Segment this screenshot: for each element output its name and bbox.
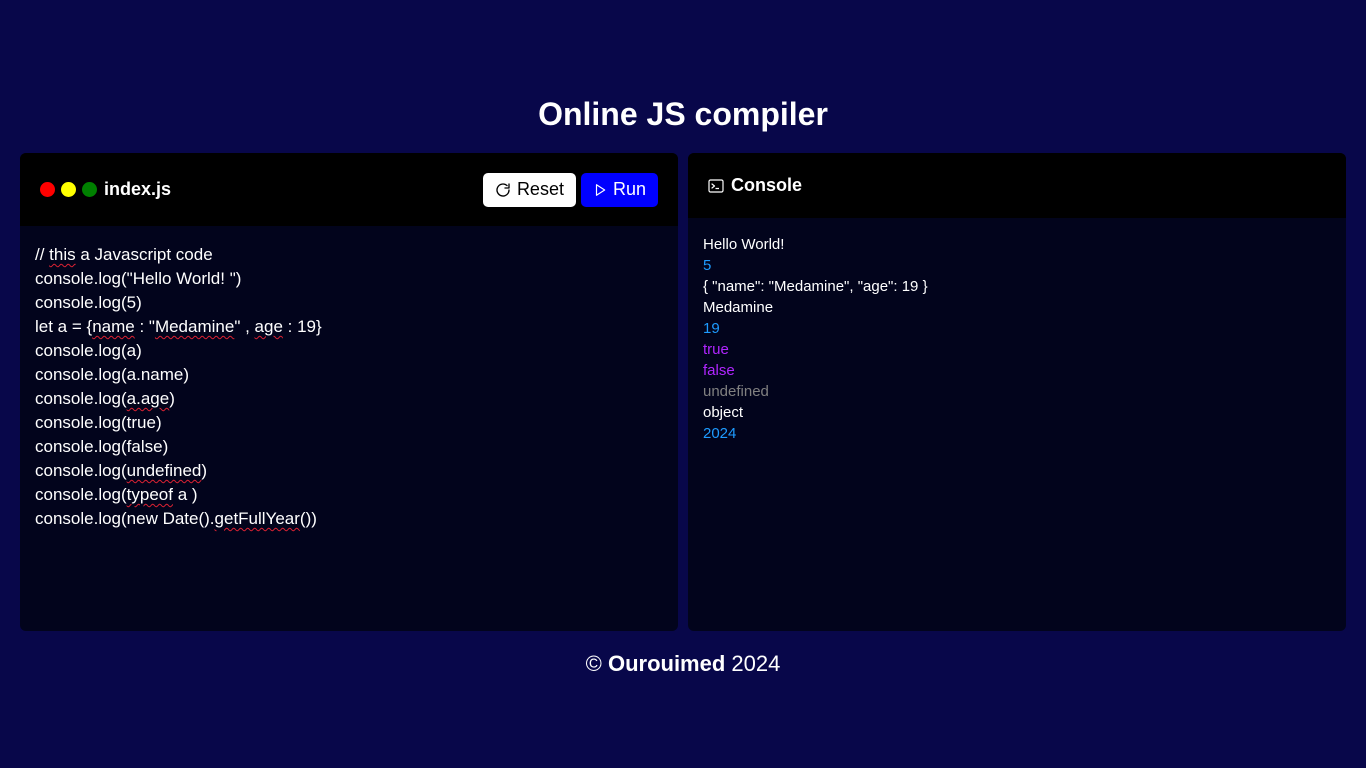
editor-panel: index.js Reset Run // this a Javascript … xyxy=(20,153,678,631)
console-output: Hello World! 5 { "name": "Medamine", "age"… xyxy=(688,218,1346,460)
console-panel: Console Hello World! 5 { "name": "Medamine… xyxy=(688,153,1346,631)
code-token: " , xyxy=(234,317,255,336)
code-token: console.log(a) xyxy=(35,341,142,360)
code-line: console.log(new Date().getFullYear()) xyxy=(35,507,663,531)
console-output-line: Medamine xyxy=(703,299,774,316)
code-token: a ) xyxy=(172,485,198,504)
code-token: name xyxy=(92,317,135,336)
code-token: console.log( xyxy=(35,461,127,480)
code-token: let a = { xyxy=(35,317,93,336)
copyright-symbol: © xyxy=(585,651,602,676)
footer-author: Ourouimed xyxy=(607,651,726,676)
console-output-line: Hello World! xyxy=(703,236,785,253)
editor-header: index.js Reset Run xyxy=(20,153,678,226)
code-editor[interactable]: // this a Javascript code console.log("He… xyxy=(20,226,678,548)
code-token: a.age xyxy=(126,389,170,408)
code-token: : " xyxy=(134,317,155,336)
code-line: console.log(5) xyxy=(35,291,663,315)
code-line: // this a Javascript code xyxy=(35,243,663,267)
code-token: console.log( xyxy=(35,389,127,408)
console-output-line: 19 xyxy=(703,320,720,337)
footer-year: 2024 xyxy=(731,651,781,676)
code-line: console.log(undefined) xyxy=(35,459,663,483)
code-line: console.log("Hello World! ") xyxy=(35,267,663,291)
green-dot-icon xyxy=(82,182,97,197)
file-name: index.js xyxy=(104,179,172,199)
console-output-line: true xyxy=(703,341,729,358)
code-line: console.log(true) xyxy=(35,411,663,435)
code-token: console.log(5) xyxy=(35,293,142,312)
code-token: getFullYear xyxy=(214,509,300,528)
code-token: age xyxy=(254,317,283,336)
console-title: Console xyxy=(731,175,803,195)
code-token: undefined xyxy=(126,461,202,480)
console-output-line: object xyxy=(703,404,744,421)
console-output-line: { "name": "Medamine", "age": 19 } xyxy=(703,278,928,295)
window-dots xyxy=(40,182,103,197)
code-token: Medamine xyxy=(154,317,235,336)
code-line: console.log(a.name) xyxy=(35,363,663,387)
rotate-cw-icon xyxy=(496,182,510,197)
code-token: console.log(new Date(). xyxy=(35,509,215,528)
run-button[interactable]: Run xyxy=(580,172,658,207)
code-token: ()) xyxy=(299,509,317,528)
console-header: Console xyxy=(688,153,1346,218)
code-token: ) xyxy=(201,461,208,480)
reset-button-label: Reset xyxy=(516,179,564,199)
play-icon xyxy=(595,183,606,196)
code-token: typeof xyxy=(126,485,173,504)
code-line: console.log(typeof a ) xyxy=(35,483,663,507)
console-output-line: undefined xyxy=(703,383,769,400)
code-token: // xyxy=(35,245,50,264)
yellow-dot-icon xyxy=(61,182,76,197)
terminal-icon xyxy=(708,178,724,193)
console-output-line: 2024 xyxy=(703,425,737,442)
code-token: console.log(a.name) xyxy=(35,365,190,384)
console-output-line: 5 xyxy=(703,257,712,274)
page-title: Online JS compiler xyxy=(538,96,828,132)
code-token: ) xyxy=(169,389,175,408)
code-line: console.log(a.age) xyxy=(35,387,663,411)
code-token: console.log("Hello World! ") xyxy=(35,269,242,288)
code-line: let a = {name : "Medamine" , age : 19} xyxy=(35,315,663,339)
code-token: this xyxy=(49,245,76,264)
code-line: console.log(a) xyxy=(35,339,663,363)
footer: © Ourouimed 2024 xyxy=(0,650,1366,678)
code-line: console.log(false) xyxy=(35,435,663,459)
code-token: a Javascript code xyxy=(75,245,213,264)
console-output-line: false xyxy=(703,362,735,379)
code-token: console.log( xyxy=(35,485,127,504)
code-token: console.log(false) xyxy=(35,437,169,456)
run-button-label: Run xyxy=(612,179,646,199)
red-dot-icon xyxy=(40,182,55,197)
code-token: console.log(true) xyxy=(35,413,162,432)
reset-button[interactable]: Reset xyxy=(482,172,576,207)
code-token: : 19} xyxy=(282,317,322,336)
